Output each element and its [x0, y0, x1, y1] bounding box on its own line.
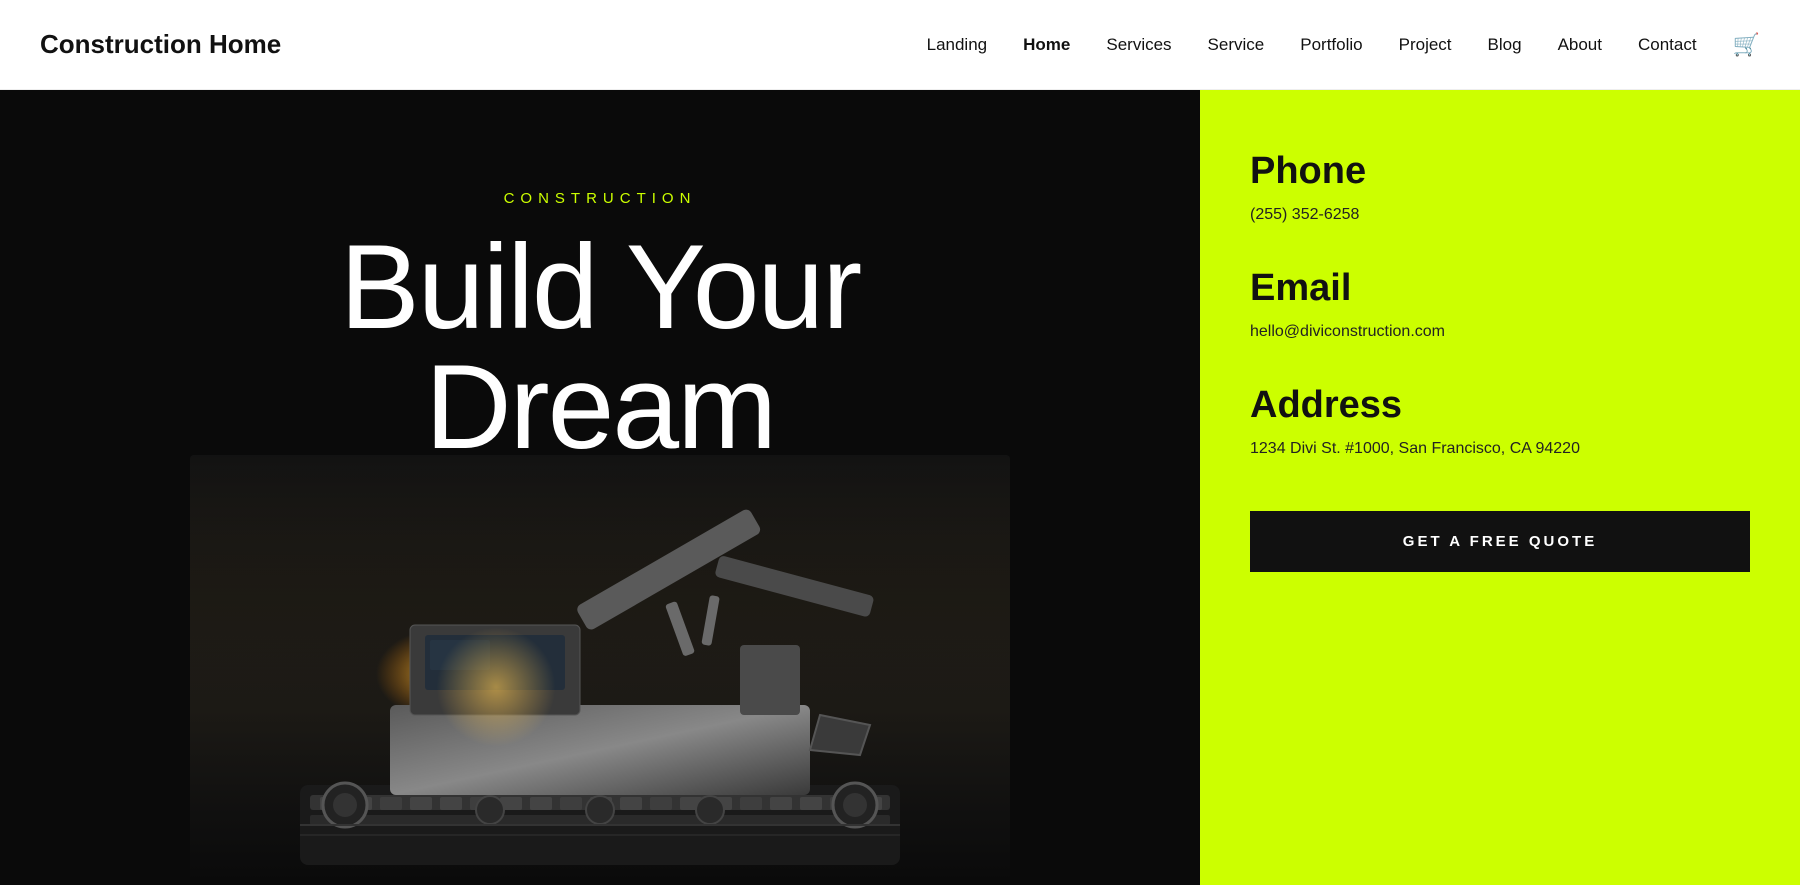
nav-services[interactable]: Services — [1106, 35, 1171, 55]
machinery-svg — [190, 455, 1010, 885]
hero-title: Build Your Dream — [340, 227, 860, 467]
address-heading: Address — [1250, 384, 1750, 427]
main-content: CONSTRUCTION Build Your Dream — [0, 90, 1800, 885]
glow-effect — [436, 627, 556, 747]
nav-landing[interactable]: Landing — [927, 35, 988, 55]
nav-contact[interactable]: Contact — [1638, 35, 1697, 55]
nav-portfolio[interactable]: Portfolio — [1300, 35, 1362, 55]
cart-icon[interactable]: 🛒 — [1733, 32, 1760, 58]
address-section: Address 1234 Divi St. #1000, San Francis… — [1250, 384, 1750, 461]
phone-heading: Phone — [1250, 150, 1750, 193]
site-logo[interactable]: Construction Home — [40, 29, 281, 60]
address-value: 1234 Divi St. #1000, San Francisco, CA 9… — [1250, 437, 1750, 461]
email-value: hello@diviconstruction.com — [1250, 320, 1750, 344]
hero-title-line2: Dream — [425, 340, 775, 474]
email-section: Email hello@diviconstruction.com — [1250, 267, 1750, 344]
hero-section: CONSTRUCTION Build Your Dream — [0, 90, 1200, 885]
sidebar-contact: Phone (255) 352-6258 Email hello@divicon… — [1200, 90, 1800, 885]
nav-project[interactable]: Project — [1399, 35, 1452, 55]
nav-blog[interactable]: Blog — [1488, 35, 1522, 55]
hero-title-line1: Build Your — [340, 220, 860, 354]
hero-image — [190, 455, 1010, 885]
phone-value: (255) 352-6258 — [1250, 203, 1750, 227]
hero-label: CONSTRUCTION — [504, 190, 697, 207]
get-quote-button[interactable]: GET A FREE QUOTE — [1250, 511, 1750, 572]
main-nav: Landing Home Services Service Portfolio … — [927, 32, 1760, 58]
nav-home[interactable]: Home — [1023, 35, 1070, 55]
email-heading: Email — [1250, 267, 1750, 310]
nav-service[interactable]: Service — [1208, 35, 1265, 55]
header: Construction Home Landing Home Services … — [0, 0, 1800, 90]
phone-section: Phone (255) 352-6258 — [1250, 150, 1750, 227]
nav-about[interactable]: About — [1558, 35, 1602, 55]
hero-image-inner — [190, 455, 1010, 885]
